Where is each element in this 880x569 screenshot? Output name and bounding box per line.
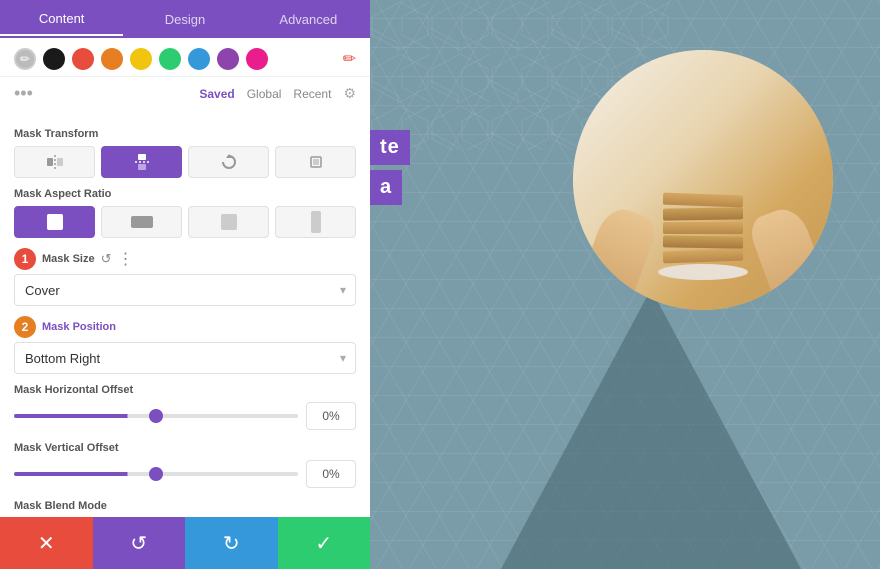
edit-swatch[interactable]: ✏ <box>14 48 36 70</box>
mask-v-offset-slider-section: 0% <box>14 460 356 488</box>
mask-size-select[interactable]: Cover Contain Auto Custom <box>14 274 356 306</box>
image-content <box>573 50 833 310</box>
mask-size-select-wrapper: Cover Contain Auto Custom ▾ <box>14 274 356 306</box>
transform-buttons <box>14 146 356 178</box>
save-button[interactable]: ✓ <box>278 517 371 569</box>
aspect-landscape-button[interactable] <box>101 206 182 238</box>
badge-one: 1 <box>14 248 36 270</box>
color-swatches-row: ✏ ✏ <box>0 38 370 77</box>
saved-tab[interactable]: Saved <box>199 87 234 101</box>
more-icon[interactable]: ⋮ <box>118 249 134 269</box>
swatch-blue[interactable] <box>188 48 210 70</box>
flip-v-button[interactable] <box>101 146 182 178</box>
swatch-green[interactable] <box>159 48 181 70</box>
tab-bar: Content Design Advanced <box>0 0 370 38</box>
mask-h-offset-slider-section: 0% <box>14 402 356 430</box>
recent-tab[interactable]: Recent <box>293 87 331 101</box>
aspect-ratio-buttons <box>14 206 356 238</box>
swatch-yellow[interactable] <box>130 48 152 70</box>
mask-v-offset-value: 0% <box>306 460 356 488</box>
flip-h-button[interactable] <box>14 146 95 178</box>
mask-size-label: Mask Size <box>42 253 95 265</box>
mask-v-offset-slider[interactable] <box>14 472 298 476</box>
settings-panel: Content Design Advanced ✏ ✏ ••• Saved Gl… <box>0 0 370 569</box>
reset-icon[interactable]: ↺ <box>101 251 112 267</box>
tab-advanced[interactable]: Advanced <box>247 4 370 35</box>
panel-content: Mask Transform Mask Aspect Ratio <box>0 110 370 569</box>
canvas-area: te a <box>370 0 880 569</box>
dots-button[interactable]: ••• <box>14 83 33 104</box>
edit-pen-icon[interactable]: ✏ <box>343 49 356 69</box>
action-bar: ✕ ↺ ↻ ✓ <box>0 517 370 569</box>
mask-blend-label: Mask Blend Mode <box>14 500 356 512</box>
mask-position-label-text: Mask Position <box>42 321 116 333</box>
mask-size-header: 1 Mask Size ↺ ⋮ <box>14 248 356 270</box>
mask-position-select[interactable]: Bottom Right Center Top Left Top Center … <box>14 342 356 374</box>
swatch-red[interactable] <box>72 48 94 70</box>
text-overlay-a: a <box>370 170 402 205</box>
gear-icon[interactable]: ⚙ <box>343 85 356 102</box>
mask-v-offset-label: Mask Vertical Offset <box>14 442 356 454</box>
tab-design[interactable]: Design <box>123 4 246 35</box>
mask-h-offset-slider-row: 0% <box>14 402 356 430</box>
swatch-orange[interactable] <box>101 48 123 70</box>
crop-button[interactable] <box>275 146 356 178</box>
circle-image <box>573 50 833 310</box>
mask-transform-label: Mask Transform <box>14 128 356 140</box>
swatch-purple[interactable] <box>217 48 239 70</box>
right-hand <box>746 203 825 297</box>
mask-position-select-wrapper: Bottom Right Center Top Left Top Center … <box>14 342 356 374</box>
mask-position-header: 2 Mask Position <box>14 316 356 338</box>
aspect-tall-button[interactable] <box>275 206 356 238</box>
swatch-pink[interactable] <box>246 48 268 70</box>
mask-position-label: Mask Position <box>42 321 116 333</box>
aspect-portrait-button[interactable] <box>188 206 269 238</box>
blocks-stack <box>658 194 748 280</box>
mask-h-offset-value: 0% <box>306 402 356 430</box>
global-tab[interactable]: Global <box>247 87 282 101</box>
mask-aspect-ratio-label: Mask Aspect Ratio <box>14 188 356 200</box>
left-hand <box>581 203 660 297</box>
swatch-black[interactable] <box>43 48 65 70</box>
cancel-button[interactable]: ✕ <box>0 517 93 569</box>
text-overlay-te: te <box>370 130 410 165</box>
tab-content[interactable]: Content <box>0 3 123 36</box>
mask-h-offset-slider[interactable] <box>14 414 298 418</box>
mask-h-offset-label: Mask Horizontal Offset <box>14 384 356 396</box>
redo-button[interactable]: ↻ <box>185 517 278 569</box>
undo-button[interactable]: ↺ <box>93 517 186 569</box>
mask-v-offset-slider-row: 0% <box>14 460 356 488</box>
triangle-shape <box>501 289 801 569</box>
preset-tabs-row: ••• Saved Global Recent ⚙ <box>0 77 370 110</box>
rotate-button[interactable] <box>188 146 269 178</box>
badge-two: 2 <box>14 316 36 338</box>
aspect-square-button[interactable] <box>14 206 95 238</box>
